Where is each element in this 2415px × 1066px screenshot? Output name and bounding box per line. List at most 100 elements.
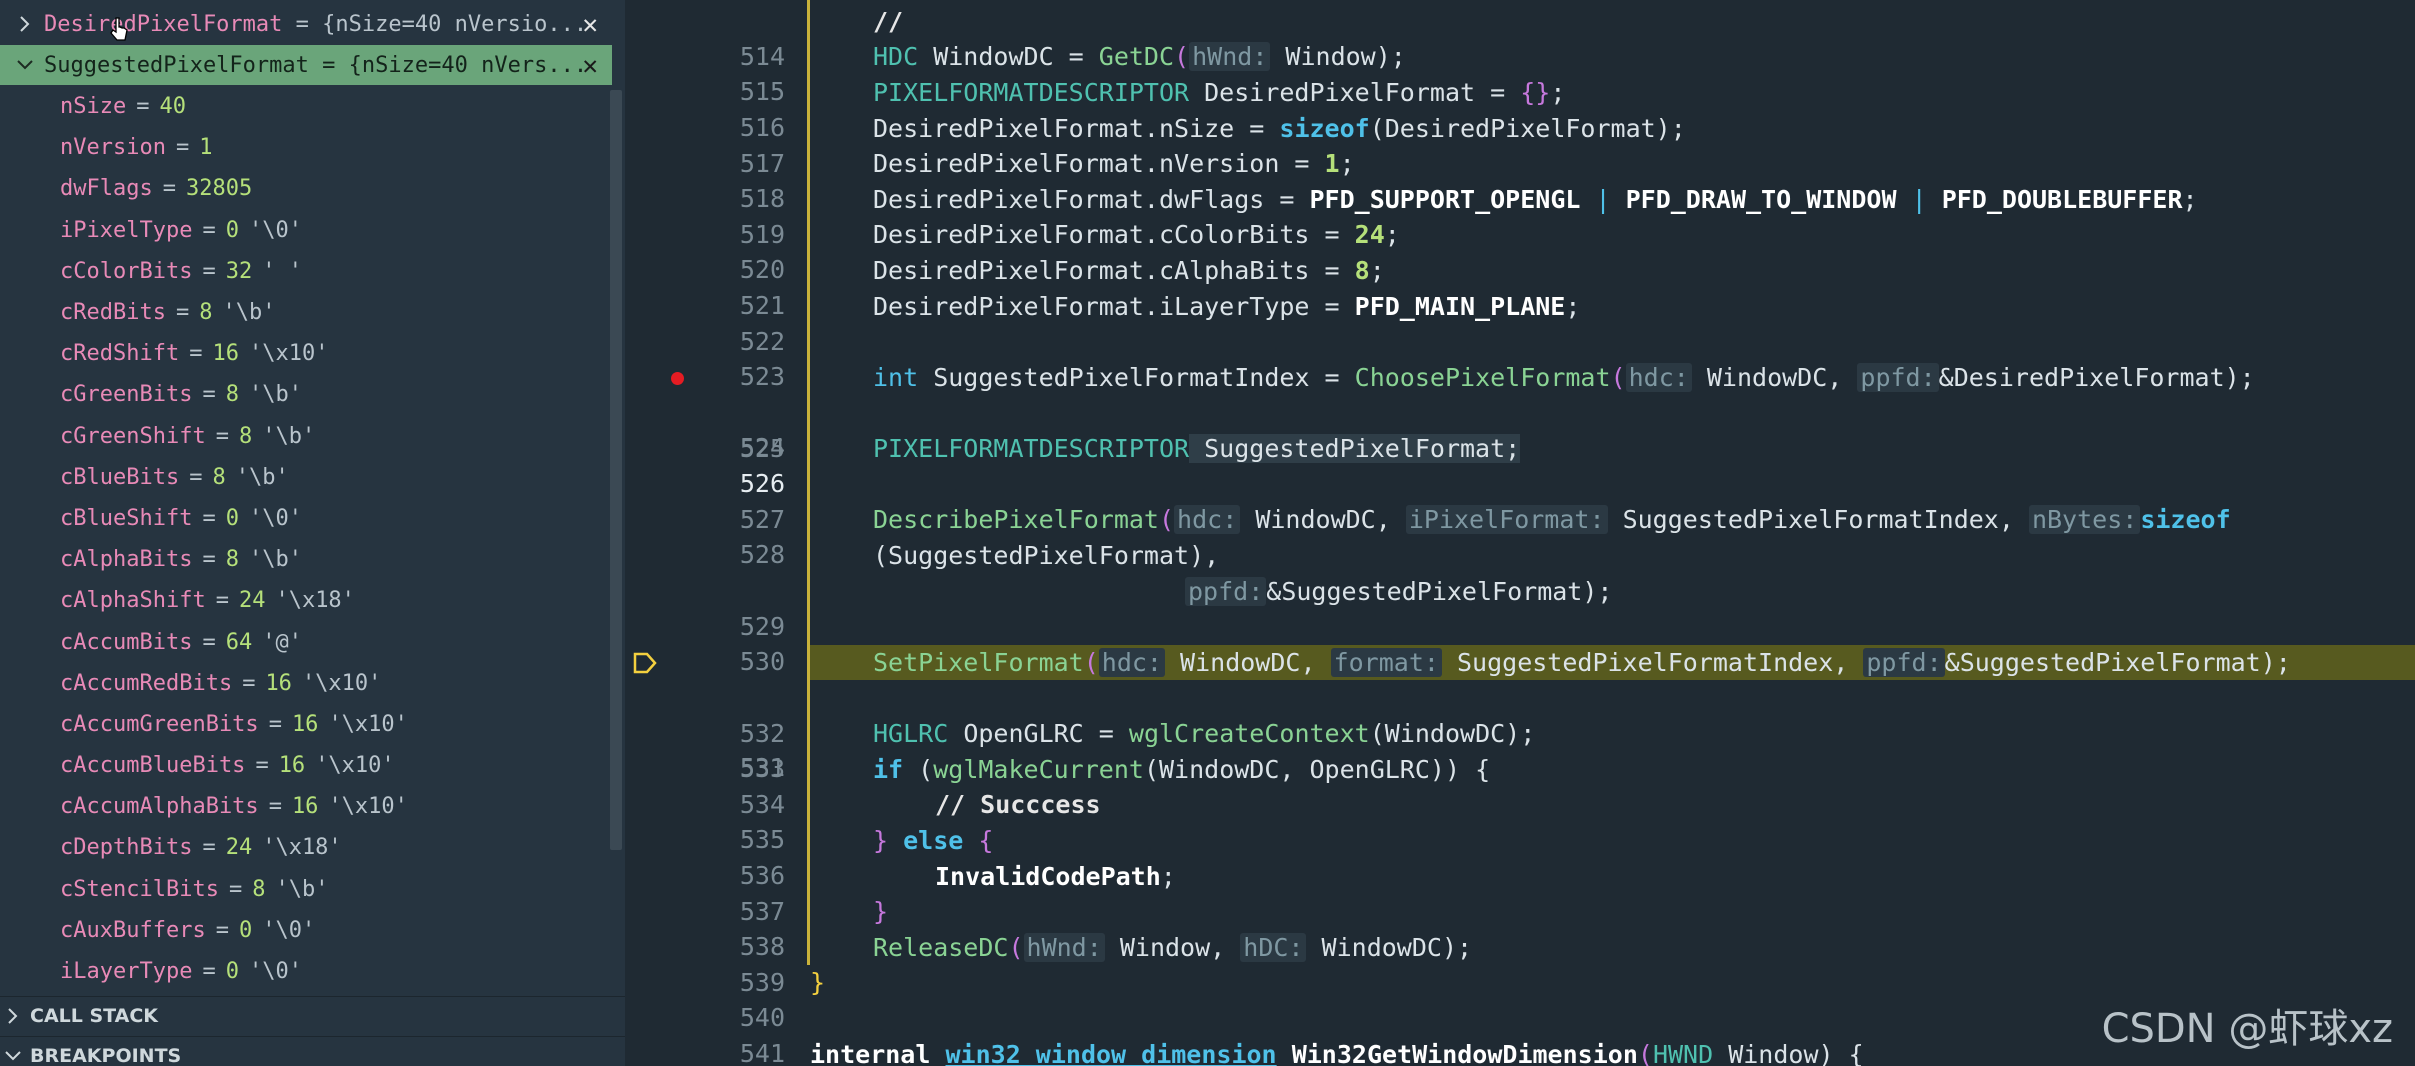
code-line[interactable]: 534 if (wglMakeCurrent(WindowDC, OpenGLR…: [625, 752, 2415, 819]
chevron-down-icon: [2, 1049, 24, 1063]
code-line[interactable]: 528 DescribePixelFormat(hdc: WindowDC, i…: [625, 502, 2415, 569]
field-name: iPixelType: [60, 217, 193, 243]
section-call-stack[interactable]: CALL STACK: [0, 996, 625, 1035]
code-line[interactable]: 530: [625, 609, 2415, 676]
watch-panel: DesiredPixelFormat = {nSize=40 nVersio..…: [0, 0, 625, 1066]
watch-field-row[interactable]: cAlphaBits = 8 '\b': [0, 539, 612, 580]
param-hint: ppfd:: [1863, 648, 1945, 677]
code-line[interactable]: 518 DesiredPixelFormat.nVersion = 1;: [625, 146, 2415, 213]
code-line[interactable]: 524 int SuggestedPixelFormatIndex = Choo…: [625, 360, 2415, 462]
field-value: 0: [225, 505, 239, 531]
code-line[interactable]: 516 PIXELFORMATDESCRIPTOR DesiredPixelFo…: [625, 75, 2415, 142]
code-line-wrap[interactable]: (SuggestedPixelFormat),: [625, 538, 2415, 573]
field-name: cColorBits: [60, 258, 193, 284]
close-icon[interactable]: ✕: [582, 10, 598, 40]
code-line[interactable]: 536 } else {: [625, 823, 2415, 890]
field-value: 64: [225, 629, 253, 655]
code-line-current[interactable]: 531 SetPixelFormat(hdc: WindowDC, format…: [625, 645, 2415, 782]
code-line[interactable]: 526 PIXELFORMATDESCRIPTOR SuggestedPixel…: [625, 431, 2415, 498]
code-line[interactable]: 539 ReleaseDC(hWnd: Window, hDC: WindowD…: [625, 930, 2415, 997]
field-char: '\x18': [275, 588, 355, 614]
code-line[interactable]: 537 InvalidCodePath;: [625, 859, 2415, 926]
watch-field-row[interactable]: cAccumAlphaBits = 16 '\x10': [0, 786, 612, 827]
watch-item-name: DesiredPixelFormat: [44, 11, 283, 37]
field-value: 40: [159, 94, 186, 120]
code-line[interactable]: 514 //: [625, 4, 2415, 71]
field-equals: =: [215, 917, 229, 943]
breakpoint-icon[interactable]: [671, 372, 684, 385]
field-char: '\0': [262, 917, 316, 943]
section-breakpoints[interactable]: BREAKPOINTS: [0, 1036, 625, 1066]
debugger-window: DesiredPixelFormat = {nSize=40 nVersio..…: [0, 0, 2415, 1066]
field-char: '\b': [235, 464, 289, 490]
code-line[interactable]: 515 HDC WindowDC = GetDC(hWnd: Window);: [625, 39, 2415, 106]
watch-field-row[interactable]: cAccumBlueBits = 16 '\x10': [0, 745, 612, 786]
code-line[interactable]: 538 }: [625, 894, 2415, 961]
watch-field-row[interactable]: cBlueShift = 0 '\0': [0, 498, 612, 539]
field-name: iLayerType: [60, 959, 193, 985]
watch-field-row[interactable]: nVersion = 1: [0, 127, 612, 168]
mouse-cursor-icon: [110, 17, 128, 41]
section-label: CALL STACK: [30, 1005, 159, 1027]
watch-field-row[interactable]: iLayerType = 0 '\0': [0, 951, 612, 992]
code-line[interactable]: 521 DesiredPixelFormat.cAlphaBits = 8;: [625, 253, 2415, 320]
watch-field-row[interactable]: cAccumBits = 64 '@': [0, 621, 612, 662]
code-line[interactable]: 517 DesiredPixelFormat.nSize = sizeof(De…: [625, 111, 2415, 178]
code-line[interactable]: 540 }: [625, 965, 2415, 1032]
watch-field-row[interactable]: cBlueBits = 8 '\b': [0, 457, 612, 498]
code-line[interactable]: 535 // Succcess: [625, 787, 2415, 854]
code-line[interactable]: 522 DesiredPixelFormat.iLayerType = PFD_…: [625, 289, 2415, 356]
watch-field-row[interactable]: cDepthBits = 24 '\x18': [0, 827, 612, 868]
field-equals: =: [189, 464, 203, 490]
code-line[interactable]: 527: [625, 467, 2415, 534]
code-line[interactable]: 529 ppfd: &SuggestedPixelFormat);: [625, 574, 2415, 641]
watch-field-row[interactable]: dwFlags = 32805: [0, 168, 612, 209]
field-name: cAlphaShift: [60, 588, 206, 614]
code-line[interactable]: 519 DesiredPixelFormat.dwFlags = PFD_SUP…: [625, 182, 2415, 249]
chevron-down-icon[interactable]: [14, 58, 36, 72]
watch-item-desired-pixel-format[interactable]: DesiredPixelFormat = {nSize=40 nVersio..…: [0, 4, 612, 44]
code-line[interactable]: 523: [625, 324, 2415, 391]
watch-field-row[interactable]: cColorBits = 32 ' ': [0, 251, 612, 292]
field-name: cAccumBits: [60, 629, 193, 655]
watch-item-suggested-pixel-format[interactable]: SuggestedPixelFormat = {nSize=40 nVers..…: [0, 45, 612, 85]
field-value: 8: [225, 547, 239, 573]
execution-pointer-icon: [633, 652, 657, 674]
field-equals: =: [202, 835, 216, 861]
field-name: cRedBits: [60, 300, 166, 326]
field-name: cAccumAlphaBits: [60, 794, 259, 820]
watch-field-row[interactable]: cAlphaShift = 24 '\x18': [0, 580, 612, 621]
chevron-right-icon[interactable]: [14, 14, 36, 34]
param-hint: ppfd:: [1185, 577, 1267, 606]
field-value: 1: [199, 135, 213, 161]
field-equals: =: [162, 176, 176, 202]
field-char: '\b': [248, 382, 302, 408]
code-line[interactable]: 525: [625, 396, 2415, 463]
watch-field-row[interactable]: cGreenBits = 8 '\b': [0, 374, 612, 415]
watch-field-row[interactable]: cRedBits = 8 '\b': [0, 292, 612, 333]
watch-field-row[interactable]: cAccumRedBits = 16 '\x10': [0, 663, 612, 704]
close-icon[interactable]: ✕: [582, 51, 598, 81]
field-value: 8: [225, 382, 239, 408]
watch-field-row[interactable]: cGreenShift = 8 '\b': [0, 416, 612, 457]
watch-field-row[interactable]: cRedShift = 16 '\x10': [0, 333, 612, 374]
field-value: 0: [238, 917, 253, 943]
code-editor[interactable]: 514 // 515 HDC WindowDC = GetDC(hWnd: Wi…: [625, 0, 2415, 1066]
field-char: '\b': [275, 876, 329, 902]
watch-field-row[interactable]: iPixelType = 0 '\0': [0, 210, 612, 251]
code-line[interactable]: 520 DesiredPixelFormat.cColorBits = 24;: [625, 217, 2415, 284]
param-hint: nBytes:: [2028, 505, 2141, 534]
watch-field-row[interactable]: nSize = 40: [0, 86, 612, 127]
watch-field-row[interactable]: cAccumGreenBits = 16 '\x10': [0, 704, 612, 745]
watch-field-row[interactable]: cAuxBuffers = 0 '\0': [0, 910, 612, 951]
field-equals: =: [215, 588, 229, 614]
field-name: cDepthBits: [60, 835, 193, 861]
field-equals: =: [175, 135, 190, 161]
code-line[interactable]: 532: [625, 681, 2415, 748]
watch-fields-list: nSize = 40 nVersion = 1 dwFlags = 32805 iPixelTyp…: [0, 86, 612, 992]
code-line[interactable]: 533 HGLRC OpenGLRC = wglCreateContext(Wi…: [625, 716, 2415, 783]
param-hint: hDC:: [1240, 933, 1307, 962]
field-char: '\0': [248, 959, 302, 985]
sidebar-scrollbar[interactable]: [610, 90, 622, 850]
watch-field-row[interactable]: cStencilBits = 8 '\b': [0, 869, 612, 910]
